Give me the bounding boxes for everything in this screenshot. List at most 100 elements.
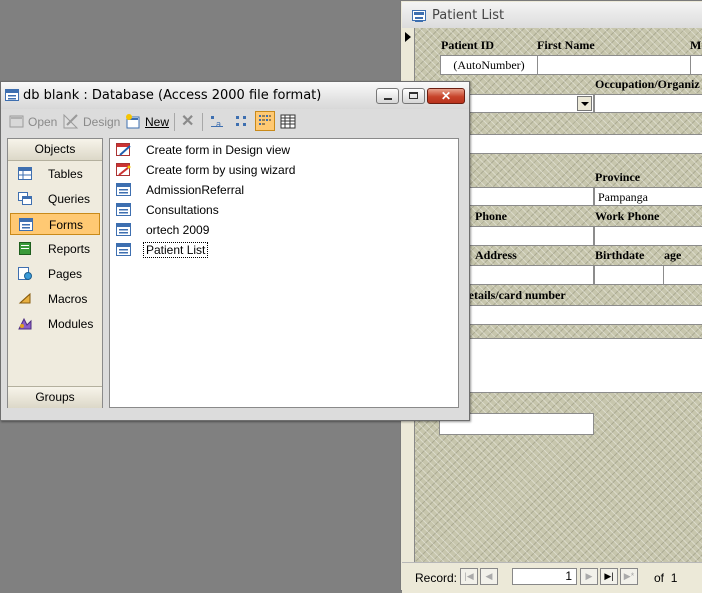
table-icon bbox=[18, 167, 32, 180]
wizard-icon bbox=[116, 163, 131, 176]
province-field[interactable]: Pampanga bbox=[594, 187, 702, 206]
form-icon bbox=[412, 10, 426, 21]
record-label: Record: bbox=[415, 571, 458, 585]
list-item-label: Create form in Design view bbox=[146, 143, 291, 157]
list-view-button[interactable] bbox=[255, 111, 275, 131]
module-icon bbox=[18, 317, 32, 330]
label-birthdate: Birthdate bbox=[595, 248, 645, 262]
design-icon bbox=[63, 114, 79, 129]
label-work-phone: Work Phone bbox=[595, 209, 660, 223]
chevron-down-icon[interactable] bbox=[577, 96, 592, 111]
toolbar-separator bbox=[174, 113, 175, 131]
label-home-phone: Phone bbox=[475, 209, 508, 223]
patient-id-field[interactable]: (AutoNumber) bbox=[440, 55, 538, 75]
toolbar-separator bbox=[202, 113, 203, 131]
next-record-button[interactable]: ▶ bbox=[580, 568, 598, 585]
list-item-label: Consultations bbox=[146, 203, 219, 217]
open-button[interactable]: Open bbox=[28, 113, 57, 131]
list-item-form-selected[interactable]: Patient List bbox=[114, 241, 414, 259]
work-phone-field[interactable] bbox=[594, 226, 702, 246]
svg-text:a: a bbox=[216, 119, 221, 129]
details-view-icon[interactable] bbox=[280, 114, 296, 129]
object-label: Macros bbox=[48, 292, 88, 306]
database-title: db blank : Database (Access 2000 file fo… bbox=[23, 88, 322, 103]
label-email-address: Address bbox=[475, 248, 517, 262]
page-icon bbox=[18, 267, 32, 280]
object-reports[interactable]: Reports bbox=[10, 238, 100, 260]
first-record-button[interactable]: |◀ bbox=[460, 568, 478, 585]
list-item-form[interactable]: AdmissionReferral bbox=[114, 181, 414, 199]
query-icon bbox=[18, 192, 32, 205]
small-icons-view-icon[interactable] bbox=[234, 114, 250, 129]
label-middle-initial: Mi bbox=[690, 38, 702, 52]
list-view-icon bbox=[259, 115, 271, 125]
label-province: Province bbox=[595, 170, 641, 184]
patient-list-title: Patient List bbox=[432, 8, 505, 23]
forms-list-pane[interactable]: Create form in Design view Create form b… bbox=[109, 138, 459, 408]
label-first-name: First Name bbox=[537, 38, 595, 52]
list-item-label: AdmissionReferral bbox=[146, 183, 245, 197]
large-icons-view-icon[interactable]: a bbox=[209, 114, 225, 129]
object-queries[interactable]: Queries bbox=[10, 188, 100, 210]
list-item-create-design[interactable]: Create form in Design view bbox=[114, 141, 414, 159]
current-record-input[interactable]: 1 bbox=[512, 568, 577, 585]
new-icon bbox=[126, 114, 140, 129]
object-label: Tables bbox=[48, 167, 83, 181]
form-icon bbox=[116, 223, 131, 236]
list-item-form[interactable]: ortech 2009 bbox=[114, 221, 414, 239]
object-forms[interactable]: Forms bbox=[10, 213, 100, 235]
form-icon bbox=[116, 203, 131, 216]
list-item-label: Create form by using wizard bbox=[146, 163, 296, 177]
macro-icon bbox=[18, 292, 31, 304]
form-icon bbox=[116, 243, 131, 256]
object-label: Modules bbox=[48, 317, 94, 331]
object-modules[interactable]: Modules bbox=[10, 313, 100, 335]
design-button[interactable]: Design bbox=[83, 113, 120, 131]
design-wizard-icon bbox=[116, 143, 131, 156]
occupation-field[interactable] bbox=[594, 94, 702, 113]
label-occupation: Occupation/Organiz bbox=[595, 77, 700, 91]
record-navigation-bar: Record: |◀ ◀ 1 ▶ ▶| ▶* of 1 bbox=[402, 562, 702, 593]
middle-initial-field[interactable] bbox=[690, 55, 702, 75]
report-icon bbox=[19, 242, 31, 255]
database-window[interactable]: db blank : Database (Access 2000 file fo… bbox=[0, 81, 470, 421]
label-age: age bbox=[664, 248, 682, 262]
database-toolbar: Open Design New ✕ a bbox=[5, 110, 465, 134]
delete-button[interactable]: ✕ bbox=[181, 113, 194, 131]
age-field[interactable] bbox=[663, 265, 702, 285]
object-label: Forms bbox=[49, 218, 83, 232]
close-button[interactable]: ✕ bbox=[427, 88, 465, 104]
groups-footer[interactable]: Groups bbox=[8, 386, 102, 408]
open-icon bbox=[9, 115, 24, 128]
patient-list-titlebar[interactable]: Patient List bbox=[402, 2, 702, 29]
object-label: Queries bbox=[48, 192, 91, 206]
form-icon bbox=[116, 183, 131, 196]
list-item-form[interactable]: Consultations bbox=[114, 201, 414, 219]
list-item-create-wizard[interactable]: Create form by using wizard bbox=[114, 161, 414, 179]
list-item-label: Patient List bbox=[142, 242, 209, 258]
object-label: Reports bbox=[48, 242, 91, 256]
birthdate-field[interactable] bbox=[594, 265, 664, 285]
database-window-icon bbox=[5, 89, 19, 101]
object-pages[interactable]: Pages bbox=[10, 263, 100, 285]
label-patient-id: Patient ID bbox=[441, 38, 494, 52]
object-macros[interactable]: Macros bbox=[10, 288, 100, 310]
object-label: Pages bbox=[48, 267, 83, 281]
first-name-field[interactable] bbox=[537, 55, 691, 75]
record-total: 1 bbox=[670, 571, 678, 585]
list-item-label: ortech 2009 bbox=[146, 223, 210, 237]
maximize-button[interactable] bbox=[402, 88, 425, 104]
minimize-button[interactable] bbox=[376, 88, 399, 104]
objects-bar: Objects Tables Queries Forms Reports Pag… bbox=[7, 138, 103, 408]
previous-record-button[interactable]: ◀ bbox=[480, 568, 498, 585]
record-count-text: of 1 bbox=[654, 571, 677, 585]
of-label: of bbox=[654, 571, 665, 585]
database-titlebar[interactable]: db blank : Database (Access 2000 file fo… bbox=[1, 82, 469, 109]
last-record-button[interactable]: ▶| bbox=[600, 568, 618, 585]
new-button[interactable]: New bbox=[145, 113, 169, 131]
object-tables[interactable]: Tables bbox=[10, 163, 100, 185]
form-icon bbox=[19, 218, 33, 231]
objects-header[interactable]: Objects bbox=[8, 139, 102, 161]
current-record-arrow-icon bbox=[405, 32, 411, 42]
new-record-button[interactable]: ▶* bbox=[620, 568, 638, 585]
